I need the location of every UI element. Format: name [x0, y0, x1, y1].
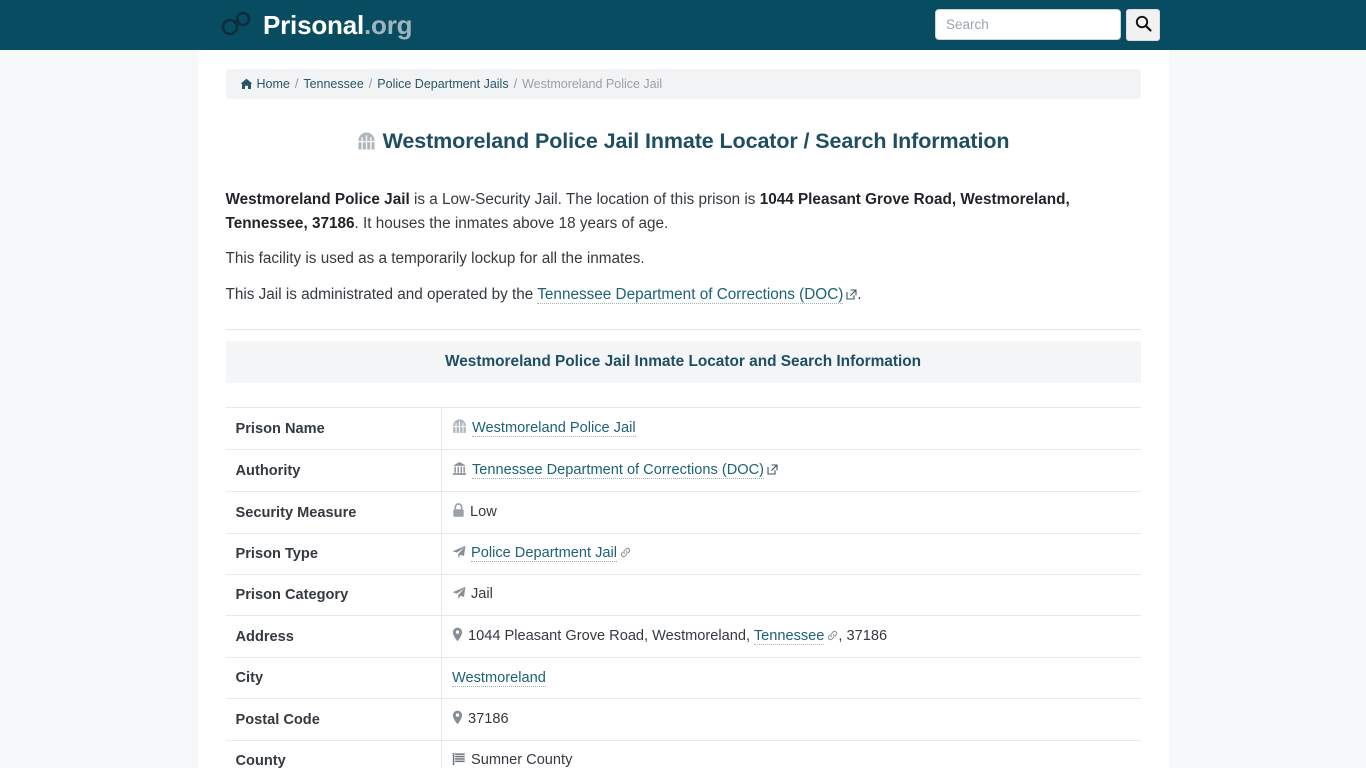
external-link-icon: [846, 287, 857, 304]
lock-icon: [452, 503, 465, 522]
row-value-authority: Tennessee Department of Corrections (DOC…: [442, 450, 1141, 492]
table-row: City Westmoreland: [225, 657, 1141, 699]
row-label-authority: Authority: [225, 449, 442, 492]
content-container: Home / Tennessee / Police Department Jai…: [197, 50, 1169, 768]
map-pin-icon: [452, 627, 463, 646]
row-value-postal-code: 37186: [442, 699, 1141, 741]
brand-tld: .org: [364, 10, 413, 40]
row-label-postal-code: Postal Code: [225, 698, 442, 741]
row-label-prison-name: Prison Name: [225, 407, 442, 450]
address-suffix: , 37186: [838, 628, 888, 645]
table-row: Prison Type Police Department Jail: [225, 533, 1141, 575]
row-value-prison-name: Westmoreland Police Jail: [442, 408, 1141, 450]
breadcrumb-item-current: Westmoreland Police Jail: [522, 77, 663, 91]
breadcrumb-separator: /: [513, 77, 518, 91]
page-background: Home / Tennessee / Police Department Jai…: [0, 50, 1366, 768]
row-value-county: Sumner County: [442, 741, 1141, 768]
brand-name: Prisonal: [263, 10, 364, 40]
table-row: Prison Name Westmoreland Police Jail: [225, 407, 1141, 450]
link-icon: [620, 546, 631, 562]
lockup-paragraph: This facility is used as a temporarily l…: [225, 250, 645, 268]
dungeon-icon: [452, 419, 467, 438]
authority-link[interactable]: Tennessee Department of Corrections (DOC…: [472, 462, 764, 480]
county-value: Sumner County: [471, 752, 573, 768]
prison-category-value: Jail: [471, 586, 493, 603]
search-area: [935, 9, 1160, 41]
handcuffs-icon: [219, 10, 253, 41]
search-button[interactable]: [1126, 9, 1160, 41]
site-logo[interactable]: Prisonal.org: [219, 10, 413, 41]
security-measure-value: Low: [470, 504, 497, 521]
intro-text-a: is a Low-Security Jail. The location of …: [409, 190, 760, 208]
breadcrumb-separator: /: [294, 77, 299, 91]
authority-text-b: .: [857, 285, 862, 303]
breadcrumb-item-police-department-jails[interactable]: Police Department Jails: [377, 77, 508, 91]
authority-text-a: This Jail is administrated and operated …: [225, 285, 538, 303]
prison-name-bold: Westmoreland Police Jail: [225, 190, 410, 208]
table-row: Prison Category Jail: [225, 574, 1141, 616]
breadcrumb: Home / Tennessee / Police Department Jai…: [225, 69, 1141, 99]
section-heading: Westmoreland Police Jail Inmate Locator …: [225, 341, 1141, 384]
breadcrumb-item-tennessee[interactable]: Tennessee: [303, 77, 363, 91]
row-value-city: Westmoreland: [442, 658, 1141, 699]
row-label-security-measure: Security Measure: [225, 491, 442, 534]
search-input[interactable]: [935, 9, 1121, 40]
table-row: Authority Tennessee Department of Correc…: [225, 449, 1141, 492]
external-link-icon: [767, 463, 778, 479]
row-label-prison-type: Prison Type: [225, 533, 442, 575]
city-link[interactable]: Westmoreland: [452, 670, 546, 688]
table-row: Security Measure Low: [225, 491, 1141, 534]
search-icon: [1135, 15, 1152, 35]
postal-code-value: 37186: [468, 711, 509, 728]
breadcrumb-item-home[interactable]: Home: [257, 77, 290, 91]
page-title: Westmoreland Police Jail Inmate Locator …: [226, 128, 1141, 158]
row-label-prison-category: Prison Category: [225, 574, 442, 616]
paper-plane-icon: [452, 545, 466, 563]
row-label-county: County: [225, 740, 442, 768]
row-label-city: City: [225, 657, 442, 699]
intro-text-b: . It houses the inmates above 18 years o…: [354, 215, 669, 233]
link-icon: [827, 629, 838, 645]
institution-icon: [452, 461, 467, 480]
address-prefix: 1044 Pleasant Grove Road, Westmoreland,: [468, 628, 754, 645]
flag-icon: [452, 752, 466, 768]
table-row: Postal Code 37186: [225, 698, 1141, 741]
prison-name-link[interactable]: Westmoreland Police Jail: [472, 420, 636, 438]
breadcrumb-separator: /: [368, 77, 373, 91]
paper-plane-icon: [452, 586, 466, 604]
prison-info-table: Prison Name Westmoreland Police Jail Aut…: [225, 407, 1141, 768]
table-row: Address 1044 Pleasant Grove Road, Westmo…: [225, 615, 1141, 658]
address-state-link[interactable]: Tennessee: [753, 628, 825, 646]
row-value-prison-type: Police Department Jail: [442, 534, 1141, 575]
site-header: Prisonal.org: [0, 0, 1366, 50]
row-label-address: Address: [225, 615, 442, 658]
row-value-address: 1044 Pleasant Grove Road, Westmoreland, …: [442, 616, 1141, 658]
table-row: County Sumner County: [225, 740, 1141, 768]
section-divider: [225, 329, 1141, 331]
prison-type-link[interactable]: Police Department Jail: [471, 545, 618, 563]
map-pin-icon: [452, 710, 463, 729]
doc-link[interactable]: Tennessee Department of Corrections (DOC…: [537, 285, 844, 304]
page-title-text: Westmoreland Police Jail Inmate Locator …: [382, 129, 1010, 153]
row-value-prison-category: Jail: [442, 575, 1141, 616]
authority-paragraph: This Jail is administrated and operated …: [226, 283, 1141, 307]
row-value-security-measure: Low: [442, 492, 1141, 534]
home-icon: [240, 78, 253, 93]
intro-paragraph: Westmoreland Police Jail is a Low-Securi…: [226, 188, 1141, 237]
dungeon-icon: [357, 131, 376, 158]
